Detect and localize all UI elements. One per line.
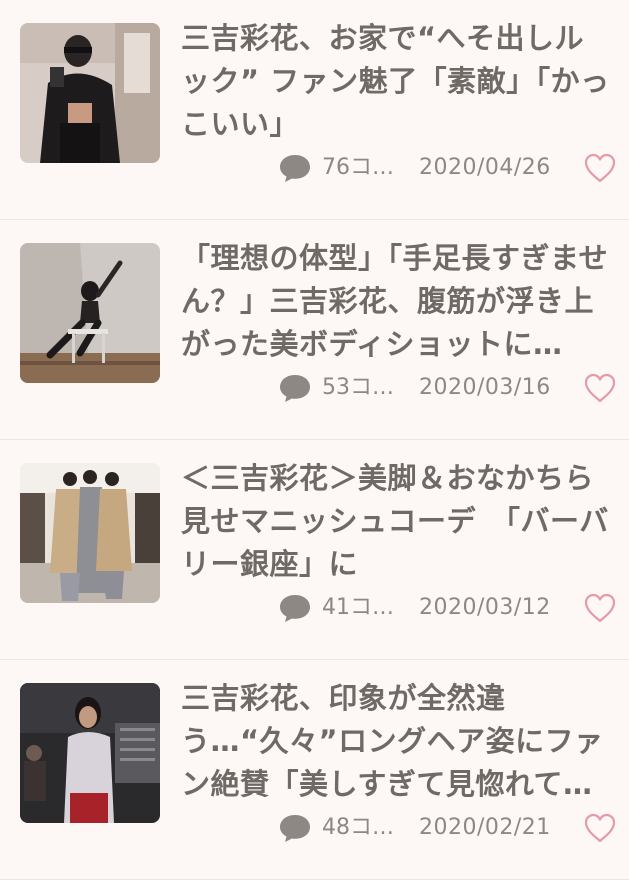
- comment-icon: [280, 155, 310, 182]
- heart-icon[interactable]: [583, 372, 617, 404]
- heart-icon[interactable]: [583, 592, 617, 624]
- comment-icon: [280, 815, 310, 842]
- comment-count: 76コ…: [322, 155, 394, 180]
- article-meta: 41コ… 2020/03/12: [278, 590, 618, 626]
- article-thumbnail[interactable]: [20, 243, 160, 383]
- article-meta: 48コ… 2020/02/21: [278, 810, 618, 846]
- article-title[interactable]: ＜三吉彩花＞美脚＆おなかちら見せマニッシュコーデ 「バーバリー銀座」に: [181, 457, 611, 586]
- comment-count: 53コ…: [322, 375, 394, 400]
- article-title[interactable]: 三吉彩花、印象が全然違う…“久々”ロングヘア姿にファン絶賛「美しすぎて見惚れて…: [181, 677, 611, 806]
- article-title[interactable]: 「理想の体型」「手足長すぎません？」三吉彩花、腹筋が浮き上がった美ボディショット…: [181, 237, 611, 366]
- comment-icon: [280, 595, 310, 622]
- heart-icon[interactable]: [583, 812, 617, 844]
- heart-icon[interactable]: [583, 152, 617, 184]
- article-item[interactable]: 三吉彩花、印象が全然違う…“久々”ロングヘア姿にファン絶賛「美しすぎて見惚れて……: [0, 660, 629, 880]
- article-meta: 76コ… 2020/04/26: [278, 150, 618, 186]
- article-thumbnail[interactable]: [20, 463, 160, 603]
- comment-count: 48コ…: [322, 815, 394, 840]
- article-item[interactable]: ＜三吉彩花＞美脚＆おなかちら見せマニッシュコーデ 「バーバリー銀座」に 41コ……: [0, 440, 629, 660]
- article-date: 2020/03/16: [419, 375, 551, 400]
- article-date: 2020/04/26: [419, 155, 551, 180]
- article-date: 2020/03/12: [419, 595, 551, 620]
- comment-count: 41コ…: [322, 595, 394, 620]
- comment-icon: [280, 375, 310, 402]
- article-meta: 53コ… 2020/03/16: [278, 370, 618, 406]
- article-thumbnail[interactable]: [20, 683, 160, 823]
- article-title[interactable]: 三吉彩花、お家で“へそ出しルック” ファン魅了「素敵」「かっこいい」: [181, 17, 611, 146]
- article-item[interactable]: 「理想の体型」「手足長すぎません？」三吉彩花、腹筋が浮き上がった美ボディショット…: [0, 220, 629, 440]
- article-thumbnail[interactable]: [20, 23, 160, 163]
- article-item[interactable]: 三吉彩花、お家で“へそ出しルック” ファン魅了「素敵」「かっこいい」 76コ… …: [0, 0, 629, 220]
- article-list: 三吉彩花、お家で“へそ出しルック” ファン魅了「素敵」「かっこいい」 76コ… …: [0, 0, 629, 880]
- article-date: 2020/02/21: [419, 815, 551, 840]
